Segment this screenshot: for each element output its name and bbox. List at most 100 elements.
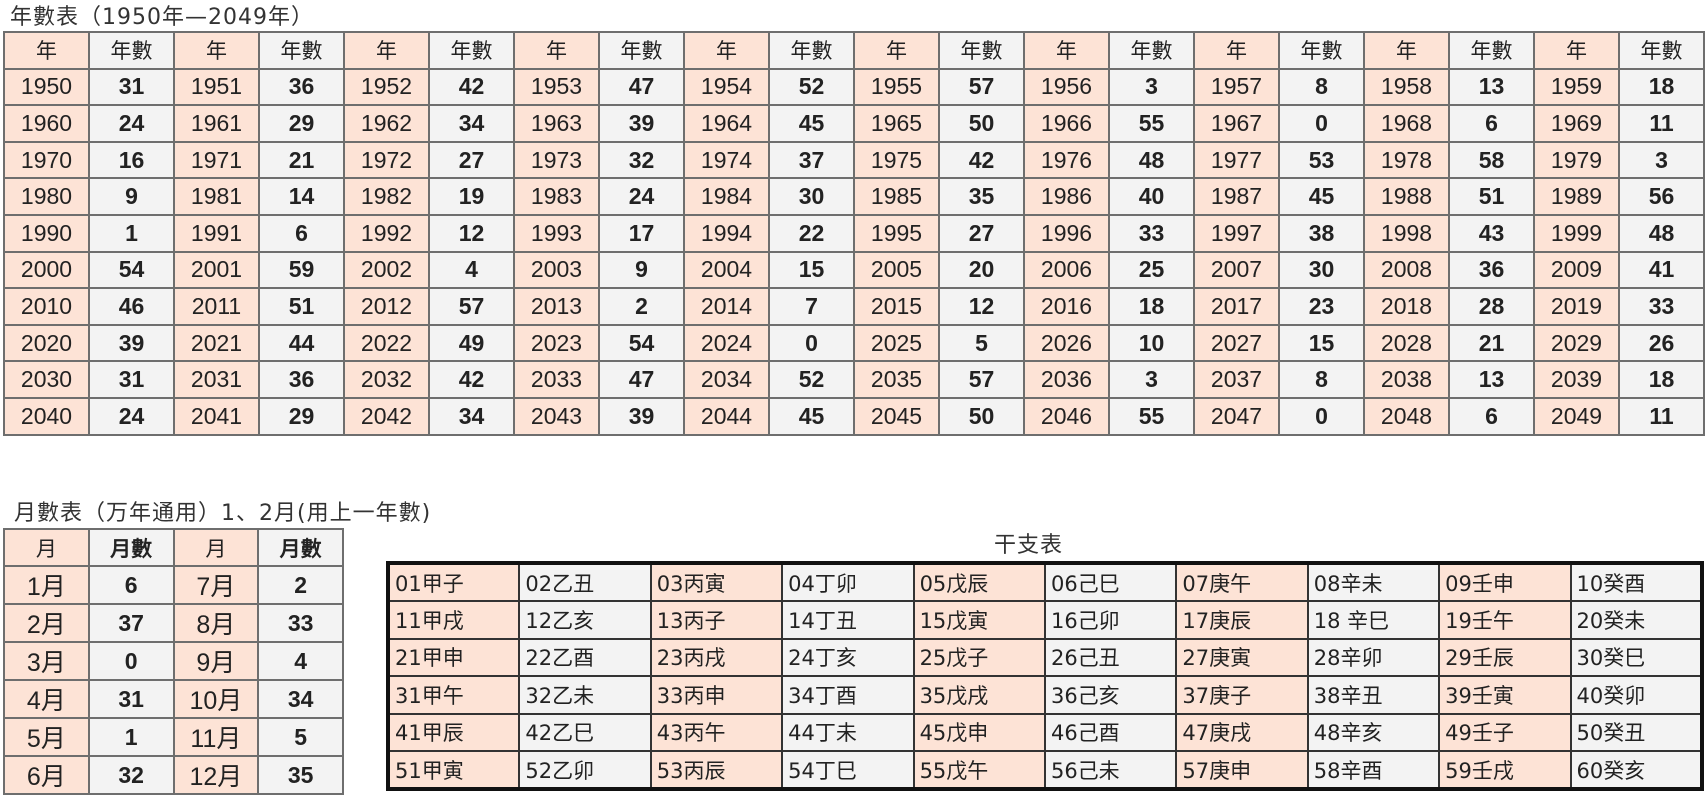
month-number-cell: 34 [257,679,344,720]
year-cell: 2023 [513,323,600,363]
ganzhi-cell: 22乙酉 [518,637,652,678]
ganzhi-cell: 17庚辰 [1175,600,1309,640]
year-cell: 2037 [1193,360,1280,399]
year-number-cell: 10 [1108,323,1195,363]
ganzhi-cell: 04丁卯 [781,561,915,603]
year-number-cell: 6 [1448,104,1535,143]
table-row: 2010 46 2011 51 2012 57 2013 2 2014 7 2015 12 2016 18… [3,287,1705,326]
year-number-cell: 42 [428,67,515,107]
month-number-cell: 32 [87,755,175,796]
year-number-cell: 57 [938,67,1025,107]
year-cell: 2017 [1193,287,1280,326]
year-number-cell: 5 [938,323,1025,363]
year-cell: 1953 [513,67,600,107]
year-number-cell: 18 [1618,67,1705,107]
year-cell: 2031 [173,360,260,399]
header-year: 年 [1193,31,1280,70]
year-number-cell: 31 [88,67,175,107]
ganzhi-cell: 07庚午 [1175,561,1309,603]
year-number-cell: 31 [88,360,175,399]
year-cell: 2040 [3,396,90,436]
ganzhi-cell: 05戊辰 [912,561,1046,603]
year-cell: 2045 [853,396,940,436]
year-cell: 2025 [853,323,940,363]
year-cell: 1961 [173,104,260,143]
table-row: 11甲戌 12乙亥 13丙子 14丁丑 15戊寅 16己卯 17庚辰 18 辛巳 19壬午 20癸… [386,600,1704,640]
header-year-number: 年數 [1108,31,1195,70]
year-cell: 1983 [513,177,600,216]
year-number-cell: 20 [938,250,1025,290]
year-cell: 1978 [1363,140,1450,180]
year-cell: 2016 [1023,287,1110,326]
ganzhi-cell: 26己丑 [1043,637,1178,678]
year-cell: 2035 [853,360,940,399]
table-row: 5月 1 11月 5 [3,717,344,758]
month-number-cell: 2 [257,565,344,606]
ganzhi-table: 01甲子 02乙丑 03丙寅 04丁卯 05戊辰 06己巳 07庚午 08辛未 09壬申 10癸酉… [386,561,1704,792]
ganzhi-cell: 06己巳 [1043,561,1178,603]
header-year-number: 年數 [1448,31,1535,70]
year-number-cell: 9 [598,250,685,290]
year-number-cell: 26 [1618,323,1705,363]
year-cell: 1992 [343,213,430,253]
ganzhi-cell: 38辛丑 [1306,675,1441,715]
year-number-cell: 45 [1278,177,1365,216]
ganzhi-cell: 09壬申 [1438,561,1572,603]
ganzhi-cell: 34丁酉 [781,675,915,715]
year-cell: 1957 [1193,67,1280,107]
header-month: 月 [172,527,260,568]
year-cell: 2006 [1023,250,1110,290]
table-row: 3月 0 9月 4 [3,641,344,682]
ganzhi-cell: 57庚申 [1175,749,1309,791]
year-cell: 1996 [1023,213,1110,253]
ganzhi-cell: 52乙卯 [518,749,652,791]
year-cell: 1971 [173,140,260,180]
month-cell: 10月 [172,679,260,720]
ganzhi-cell: 24丁亥 [781,637,915,678]
year-number-cell: 42 [938,140,1025,180]
year-number-cell: 50 [938,104,1025,143]
year-cell: 1974 [683,140,770,180]
year-cell: 2015 [853,287,940,326]
year-number-cell: 24 [598,177,685,216]
ganzhi-table-title: 干支表 [994,533,1064,558]
year-number-cell: 55 [1108,396,1195,436]
year-cell: 2030 [3,360,90,399]
year-number-cell: 27 [938,213,1025,253]
table-row: 41甲辰 42乙巳 43丙午 44丁未 45戊申 46己酉 47庚戌 48辛亥 49壬子 50癸丑 [386,712,1704,752]
year-cell: 1965 [853,104,940,143]
header-year: 年 [1363,31,1450,70]
year-number-cell: 34 [428,104,515,143]
year-number-cell: 8 [1278,360,1365,399]
year-table: 年年數年年數年年數年年數年年數年年數年年數年年數年年數年年數 1950 31 1951… [3,31,1705,436]
table-row: 2000 54 2001 59 2002 4 2003 9 2004 15 2005 20 2006 25… [3,250,1705,290]
header-month: 月 [3,527,90,568]
month-cell: 7月 [172,565,260,606]
year-cell: 1993 [513,213,600,253]
year-cell: 2005 [853,250,940,290]
table-row: 6月 32 12月 35 [3,755,344,796]
table-row: 1980 9 1981 14 1982 19 1983 24 1984 30 1985 35 1986 4… [3,177,1705,216]
header-month-number: 月數 [87,527,175,568]
year-cell: 1973 [513,140,600,180]
ganzhi-cell: 42乙巳 [518,712,652,752]
table-row: 51甲寅 52乙卯 53丙辰 54丁巳 55戊午 56己未 57庚申 58辛酉 59壬戌 60癸亥 [386,749,1704,791]
month-table-header-row: 月月數月月數 [3,527,344,568]
ganzhi-cell: 01甲子 [386,561,521,603]
header-year: 年 [173,31,260,70]
year-number-cell: 24 [88,396,175,436]
year-number-cell: 57 [428,287,515,326]
ganzhi-cell: 33丙申 [649,675,784,715]
year-number-cell: 3 [1108,360,1195,399]
year-cell: 1969 [1533,104,1620,143]
month-number-cell: 0 [87,641,175,682]
year-number-cell: 0 [1278,396,1365,436]
ganzhi-cell: 29壬辰 [1438,637,1572,678]
month-cell: 2月 [3,603,90,644]
month-number-cell: 33 [257,603,344,644]
year-cell: 2046 [1023,396,1110,436]
year-number-cell: 21 [1448,323,1535,363]
month-cell: 6月 [3,755,90,796]
year-number-cell: 47 [598,360,685,399]
year-number-cell: 12 [428,213,515,253]
